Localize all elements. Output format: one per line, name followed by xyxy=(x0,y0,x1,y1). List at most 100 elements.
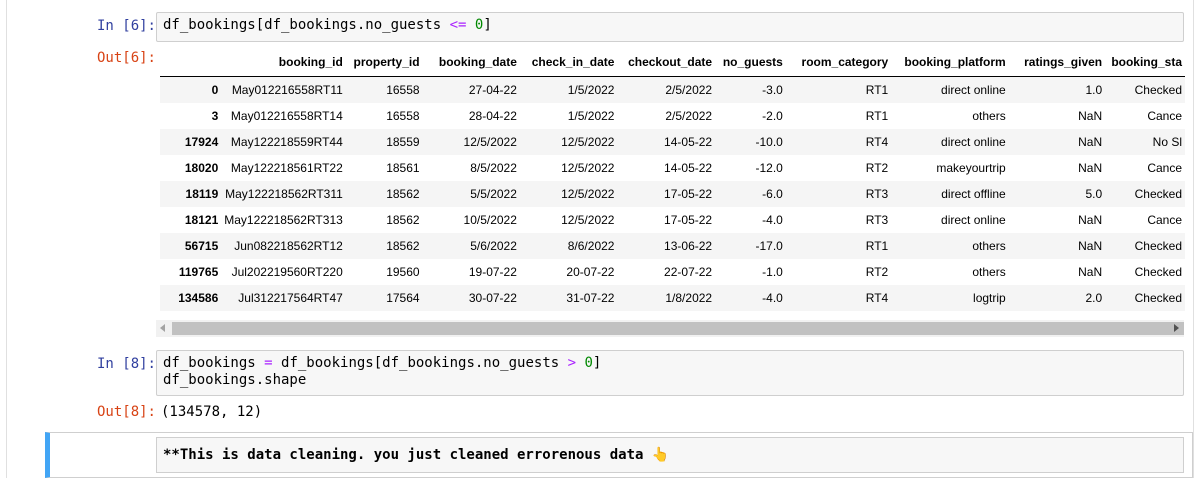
table-cell: makeyourtrip xyxy=(936,161,1006,175)
row-index: 17924 xyxy=(160,129,222,155)
cell-output-text: (134578, 12) xyxy=(161,404,263,420)
column-header: booking_sta xyxy=(1105,48,1185,77)
column-header: booking_id xyxy=(221,48,346,77)
table-cell: NaN xyxy=(1008,233,1106,259)
row-index: 134586 xyxy=(160,285,222,311)
code-text: df_bookings.shape xyxy=(163,372,307,388)
table-cell: May122218562RT311 xyxy=(221,181,346,207)
table-cell: 28-04-22 xyxy=(468,109,517,123)
scrollbar-thumb[interactable] xyxy=(172,322,1184,335)
table-cell: 8/6/2022 xyxy=(519,233,618,259)
column-header: checkout_date xyxy=(617,48,716,77)
table-cell: -1.0 xyxy=(762,265,783,279)
code-text: df_bookings[df_bookings.no_guests xyxy=(272,355,568,371)
table-cell: RT1 xyxy=(785,76,892,103)
row-index: 0 xyxy=(160,76,222,103)
table-row: 0 May012216558RT11 16558 27-04-22 1/5/2022 2/… xyxy=(160,76,1185,103)
dataframe-output: booking_id property_id booking_date check_i… xyxy=(160,48,1185,314)
table-cell: 17-05-22 xyxy=(617,181,716,207)
code-text: ] xyxy=(483,17,492,33)
table-cell: May122218562RT313 xyxy=(224,213,343,227)
table-cell: 18562 xyxy=(345,233,423,259)
row-index: 18119 xyxy=(160,181,222,207)
table-cell: NaN xyxy=(1008,129,1106,155)
table-cell: 16558 xyxy=(345,76,423,103)
table-cell: -4.0 xyxy=(715,285,786,311)
table-cell: RT3 xyxy=(785,181,892,207)
code-cell-input[interactable]: df_bookings[df_bookings.no_guests <= 0] xyxy=(156,12,1184,42)
column-header: room_category xyxy=(785,48,892,77)
operator: = xyxy=(264,355,273,371)
table-cell: 1.0 xyxy=(1008,76,1106,103)
table-cell: 12/5/2022 xyxy=(422,129,520,155)
table-cell: RT4 xyxy=(785,129,892,155)
row-index: 3 xyxy=(211,109,219,123)
column-header xyxy=(160,48,222,77)
code-text: df_bookings xyxy=(163,355,265,371)
horizontal-scrollbar[interactable] xyxy=(156,320,1184,337)
table-cell: 5/5/2022 xyxy=(422,181,520,207)
output-prompt: Out[8]: xyxy=(96,404,156,420)
column-header: booking_platform xyxy=(891,48,1009,77)
table-cell: 8/5/2022 xyxy=(470,161,517,175)
column-header: booking_date xyxy=(422,48,520,77)
code-text: df_bookings[df_bookings.no_guests xyxy=(163,17,450,33)
markdown-editor[interactable]: **This is data cleaning. you just cleane… xyxy=(156,437,1184,473)
table-cell: 27-04-22 xyxy=(422,76,520,103)
table-cell: -3.0 xyxy=(715,76,786,103)
table-cell: RT2 xyxy=(865,161,889,175)
table-cell: No Sl xyxy=(1105,129,1185,155)
table-cell: NaN xyxy=(1078,265,1103,279)
table-cell: NaN xyxy=(1078,213,1103,227)
table-cell: direct online xyxy=(891,76,1009,103)
table-row: 119765 Jul202219560RT220 19560 19-07-22 20-0… xyxy=(160,259,1185,285)
table-cell: 13-06-22 xyxy=(617,233,716,259)
table-cell: direct online xyxy=(891,129,1009,155)
pointing-hand-icon: 👆 xyxy=(651,447,669,463)
table-cell: 12/5/2022 xyxy=(561,213,615,227)
table-cell: 17-05-22 xyxy=(664,213,713,227)
table-cell: -2.0 xyxy=(762,109,783,123)
table-cell: RT1 xyxy=(785,233,892,259)
table-cell: -17.0 xyxy=(715,233,786,259)
table-cell: -10.0 xyxy=(715,129,786,155)
output-prompt: Out[6]: xyxy=(96,50,156,66)
table-cell: NaN xyxy=(1078,109,1103,123)
table-cell: NaN xyxy=(1078,161,1103,175)
table-cell: others xyxy=(972,265,1006,279)
scroll-right-arrow-icon[interactable] xyxy=(1174,324,1179,332)
column-header: property_id xyxy=(345,48,423,77)
table-cell: 19-07-22 xyxy=(468,265,517,279)
table-row: 18121 May122218562RT313 18562 10/5/2022 12/5… xyxy=(160,207,1185,233)
code-text: ] xyxy=(592,355,602,371)
input-prompt: In [8]: xyxy=(96,356,156,372)
scroll-left-arrow-icon[interactable] xyxy=(160,324,165,332)
table-cell: Checked xyxy=(1105,285,1185,311)
table-cell: 5/6/2022 xyxy=(422,233,520,259)
table-cell: 2/5/2022 xyxy=(665,109,713,123)
number-literal: 0 xyxy=(584,355,593,371)
table-cell: Checked xyxy=(1105,181,1185,207)
column-header: ratings_given xyxy=(1008,48,1106,77)
row-index: 18020 xyxy=(184,161,219,175)
table-cell: 10/5/2022 xyxy=(463,213,517,227)
row-index: 56715 xyxy=(160,233,222,259)
table-cell: Checked xyxy=(1134,265,1182,279)
table-cell: RT2 xyxy=(865,265,889,279)
row-index: 119765 xyxy=(178,265,219,279)
code-cell-input[interactable]: df_bookings = df_bookings[df_bookings.no… xyxy=(156,350,1184,396)
table-header-row: booking_id property_id booking_date check_i… xyxy=(160,48,1185,77)
table-body: 0 May012216558RT11 16558 27-04-22 1/5/2022 2/… xyxy=(160,76,1185,311)
table-cell: -4.0 xyxy=(762,213,783,227)
table-cell: logtrip xyxy=(891,285,1009,311)
table-cell: 1/5/2022 xyxy=(519,76,618,103)
table-cell: 12/5/2022 xyxy=(561,161,615,175)
column-header: check_in_date xyxy=(519,48,618,77)
table-cell: Checked xyxy=(1105,233,1185,259)
notebook-left-border xyxy=(6,0,7,478)
table-cell: others xyxy=(891,233,1009,259)
table-cell: 12/5/2022 xyxy=(519,129,618,155)
table-cell: Cance xyxy=(1147,109,1182,123)
table-cell: RT4 xyxy=(785,285,892,311)
